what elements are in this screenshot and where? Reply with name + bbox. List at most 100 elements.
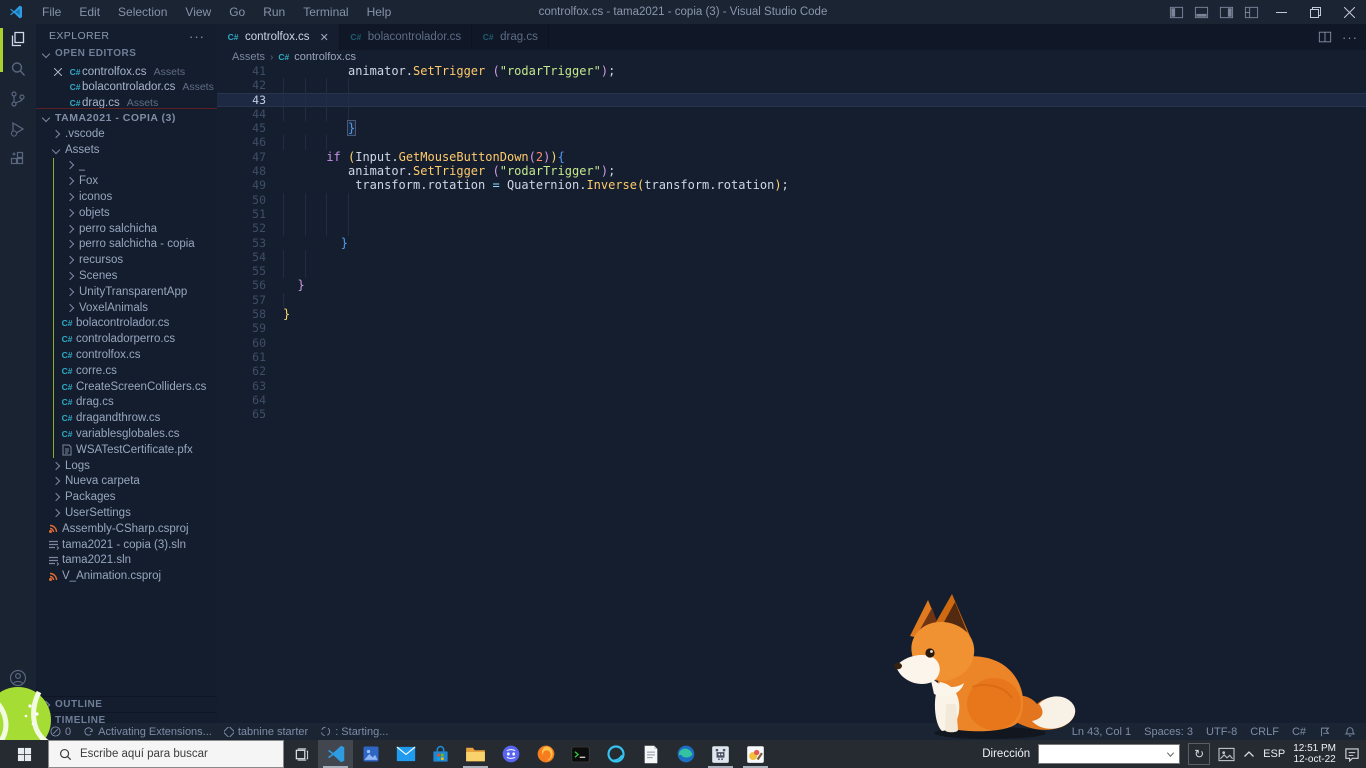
code-line-50[interactable]: 50	[217, 193, 1366, 207]
extensions-icon[interactable]	[9, 150, 27, 168]
tree-item-controlfox-cs[interactable]: C#controlfox.cs	[36, 347, 241, 363]
taskbar-app-pixel-pet[interactable]	[703, 740, 738, 768]
tree-item-variablesglobales-cs[interactable]: C#variablesglobales.cs	[36, 426, 241, 442]
split-editor-icon[interactable]	[1318, 30, 1332, 44]
code-line-60[interactable]: 60	[217, 336, 1366, 350]
encoding[interactable]: UTF-8	[1206, 726, 1237, 738]
close-button[interactable]	[1332, 0, 1366, 24]
tree-item-createscreencolliders-cs[interactable]: C#CreateScreenColliders.cs	[36, 379, 241, 395]
tree-item-controladorperro-cs[interactable]: C#controladorperro.cs	[36, 331, 241, 347]
tree-item-scenes[interactable]: Scenes	[36, 268, 241, 284]
code-line-61[interactable]: 61	[217, 350, 1366, 364]
tree-item-assets[interactable]: Assets	[36, 142, 227, 158]
taskbar-app-discord[interactable]	[493, 740, 528, 768]
code-line-51[interactable]: 51	[217, 207, 1366, 221]
tree-item-tama2021-sln[interactable]: tama2021.sln	[36, 553, 227, 569]
activating-extensions-status[interactable]: Activating Extensions...	[83, 726, 212, 738]
menu-edit[interactable]: Edit	[70, 0, 109, 24]
open-editors-section-header[interactable]: OPEN EDITORS	[36, 46, 217, 61]
code-line-65[interactable]: 65	[217, 407, 1366, 421]
code-line-43[interactable]: 43	[217, 93, 1366, 107]
task-view-button[interactable]	[284, 740, 318, 768]
code-line-47[interactable]: 47if (Input.GetMouseButtonDown(2)){	[217, 150, 1366, 164]
minimize-button[interactable]	[1264, 0, 1298, 24]
tree-item-packages[interactable]: Packages	[36, 489, 227, 505]
breadcrumb-file[interactable]: controlfox.cs	[294, 51, 356, 63]
tree-item-v-animation-csproj[interactable]: V_Animation.csproj	[36, 568, 227, 584]
menu-selection[interactable]: Selection	[109, 0, 176, 24]
tree-item-corre-cs[interactable]: C#corre.cs	[36, 363, 241, 379]
source-control-icon[interactable]	[9, 90, 27, 108]
taskbar-app-paint3d[interactable]	[738, 740, 773, 768]
code-line-52[interactable]: 52	[217, 221, 1366, 235]
code-line-62[interactable]: 62	[217, 364, 1366, 378]
menu-terminal[interactable]: Terminal	[294, 0, 357, 24]
code-line-58[interactable]: 58}	[217, 307, 1366, 321]
workspace-section-header[interactable]: TAMA2021 - COPIA (3)	[36, 110, 217, 126]
tree-item-fox[interactable]: Fox	[36, 173, 241, 189]
code-line-44[interactable]: 44	[217, 107, 1366, 121]
tab-controlfox-cs[interactable]: C#controlfox.cs✕	[217, 24, 340, 50]
tree-item-usersettings[interactable]: UserSettings	[36, 505, 227, 521]
breadcrumb-folder[interactable]: Assets	[232, 51, 265, 63]
code-line-64[interactable]: 64	[217, 393, 1366, 407]
starting-status[interactable]: : Starting...	[320, 726, 388, 738]
language-mode[interactable]: C#	[1292, 726, 1306, 738]
tree-item-unitytransparentapp[interactable]: UnityTransparentApp	[36, 284, 241, 300]
taskbar-app-firefox[interactable]	[528, 740, 563, 768]
tree-item-drag-cs[interactable]: C#drag.cs	[36, 395, 241, 411]
menu-go[interactable]: Go	[220, 0, 254, 24]
code-editor[interactable]: 41animator.SetTrigger ("rodarTrigger");4…	[217, 64, 1366, 723]
taskbar-app-mail[interactable]	[388, 740, 423, 768]
code-line-41[interactable]: 41animator.SetTrigger ("rodarTrigger");	[217, 64, 1366, 78]
restore-button[interactable]	[1298, 0, 1332, 24]
tree-item--[interactable]: _	[36, 158, 241, 174]
editor-more-actions-icon[interactable]: ···	[1342, 30, 1358, 45]
action-center-icon[interactable]	[1344, 747, 1360, 762]
close-icon[interactable]: ✕	[320, 31, 329, 44]
tree-item-objets[interactable]: objets	[36, 205, 241, 221]
indentation[interactable]: Spaces: 3	[1144, 726, 1193, 738]
address-go-button[interactable]: ↻	[1188, 743, 1210, 765]
code-line-49[interactable]: 49transform.rotation = Quaternion.Invers…	[217, 178, 1366, 192]
explorer-icon[interactable]	[9, 30, 27, 48]
show-hidden-icons-chevron[interactable]	[1243, 750, 1255, 758]
taskbar-app-photos[interactable]	[353, 740, 388, 768]
tree-item-iconos[interactable]: iconos	[36, 189, 241, 205]
tree-item-perro-salchicha-copia[interactable]: perro salchicha - copia	[36, 237, 241, 253]
cursor-position[interactable]: Ln 43, Col 1	[1072, 726, 1131, 738]
toggle-secondary-sidebar-icon[interactable]	[1219, 5, 1234, 20]
taskbar-app-explorer[interactable]	[458, 740, 493, 768]
code-line-59[interactable]: 59	[217, 321, 1366, 335]
tree-item-nueva-carpeta[interactable]: Nueva carpeta	[36, 474, 227, 490]
code-line-53[interactable]: 53}	[217, 236, 1366, 250]
tree-item--vscode[interactable]: .vscode	[36, 126, 227, 142]
tree-item-voxelanimals[interactable]: VoxelAnimals	[36, 300, 241, 316]
taskbar-app-alexa[interactable]	[598, 740, 633, 768]
customize-layout-icon[interactable]	[1244, 5, 1259, 20]
feedback-icon[interactable]	[1319, 726, 1331, 738]
code-line-42[interactable]: 42	[217, 78, 1366, 92]
taskbar-app-cmd[interactable]	[563, 740, 598, 768]
code-line-48[interactable]: 48animator.SetTrigger ("rodarTrigger");	[217, 164, 1366, 178]
taskbar-app-edge[interactable]	[668, 740, 703, 768]
code-line-46[interactable]: 46	[217, 135, 1366, 149]
outline-section-header[interactable]: OUTLINE	[36, 696, 217, 712]
toggle-sidebar-icon[interactable]	[1169, 5, 1184, 20]
tree-item-bolacontrolador-cs[interactable]: C#bolacontrolador.cs	[36, 316, 241, 332]
run-debug-icon[interactable]	[9, 120, 27, 138]
tabnine-status[interactable]: tabnine starter	[224, 726, 308, 738]
code-line-57[interactable]: 57	[217, 293, 1366, 307]
toggle-panel-icon[interactable]	[1194, 5, 1209, 20]
menu-run[interactable]: Run	[254, 0, 294, 24]
taskbar-app-notepad[interactable]	[633, 740, 668, 768]
eol-sequence[interactable]: CRLF	[1250, 726, 1279, 738]
clock[interactable]: 12:51 PM 12-oct-22	[1293, 743, 1336, 766]
tree-item-recursos[interactable]: recursos	[36, 252, 241, 268]
code-line-63[interactable]: 63	[217, 379, 1366, 393]
search-icon[interactable]	[9, 60, 27, 78]
taskbar-search-input[interactable]: Escribe aquí para buscar	[48, 740, 284, 768]
close-icon[interactable]	[54, 68, 68, 76]
code-line-56[interactable]: 56}	[217, 278, 1366, 292]
tree-item-logs[interactable]: Logs	[36, 458, 227, 474]
